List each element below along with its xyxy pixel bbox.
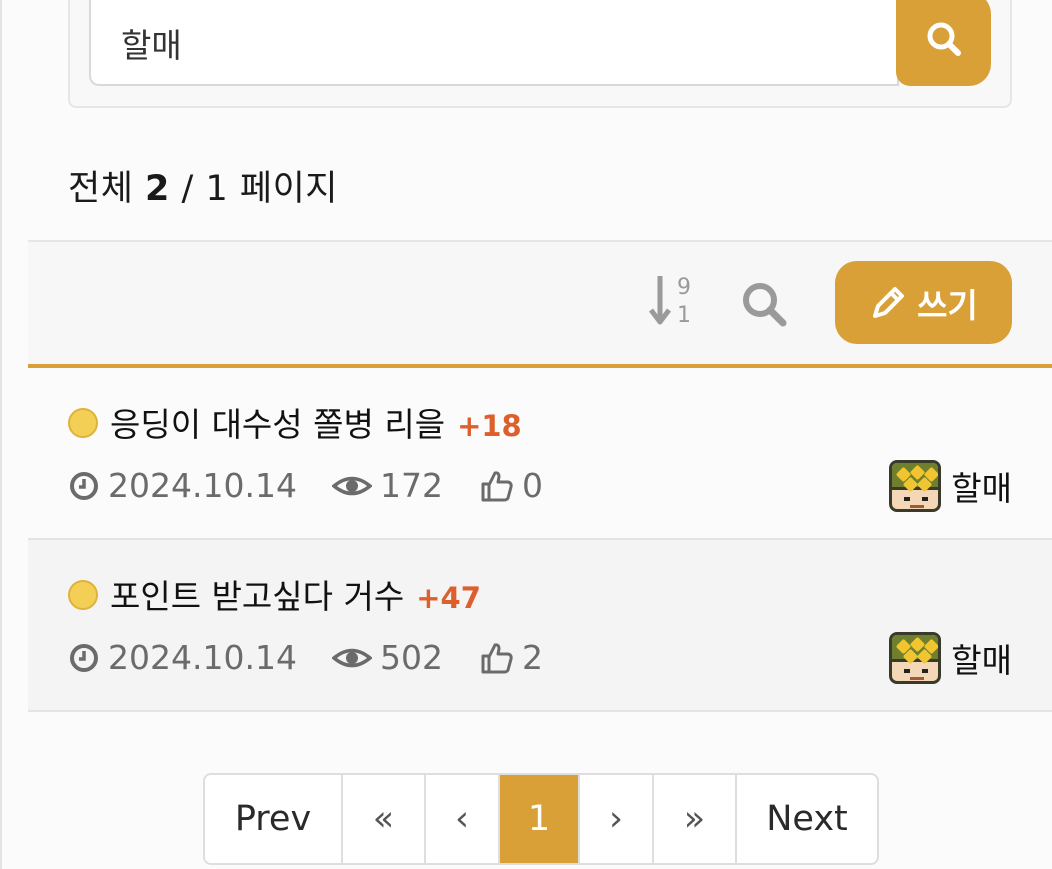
clock-icon bbox=[70, 643, 98, 672]
level-dot-icon bbox=[68, 408, 98, 438]
post-title-link[interactable]: 포인트 받고싶다 거수 +47 bbox=[110, 570, 481, 618]
search-button[interactable] bbox=[896, 0, 991, 86]
post-likes: 0 bbox=[480, 466, 543, 505]
clock-icon bbox=[70, 471, 98, 500]
summary-pages: 1 bbox=[205, 169, 229, 209]
comment-count: +18 bbox=[457, 409, 522, 443]
pagination: Prev « ‹ 1 › » Next bbox=[203, 773, 879, 865]
svg-text:1: 1 bbox=[677, 303, 691, 328]
search-input[interactable] bbox=[89, 0, 899, 86]
write-button[interactable]: 쓰기 bbox=[835, 261, 1012, 344]
post-date: 2024.10.14 bbox=[68, 638, 297, 677]
post-views: 172 bbox=[332, 466, 443, 505]
write-button-label: 쓰기 bbox=[917, 285, 978, 325]
avatar bbox=[889, 460, 942, 512]
summary-prefix: 전체 bbox=[68, 169, 134, 209]
previous-page-chevron[interactable]: ‹ bbox=[426, 775, 500, 863]
left-border bbox=[0, 0, 2, 869]
search-icon bbox=[927, 22, 961, 56]
author-name: 할매 bbox=[951, 469, 1012, 508]
post-date: 2024.10.14 bbox=[68, 466, 297, 505]
post-likes: 2 bbox=[480, 638, 543, 677]
list-item[interactable]: 응딩이 대수성 쫄병 리을 +18 2024.10.14 172 0 할매 bbox=[28, 368, 1052, 540]
eye-icon bbox=[332, 476, 372, 495]
current-page-button[interactable]: 1 bbox=[500, 775, 580, 863]
comment-count: +47 bbox=[416, 581, 481, 615]
pencil-icon bbox=[873, 286, 905, 318]
summary-separator: / bbox=[181, 169, 194, 209]
avatar bbox=[889, 632, 942, 684]
post-author[interactable]: 할매 bbox=[889, 460, 1012, 512]
last-page-button[interactable]: » bbox=[654, 775, 737, 863]
result-summary: 전체 2 / 1 페이지 bbox=[68, 160, 338, 211]
thumbs-up-icon bbox=[481, 642, 513, 673]
post-title-link[interactable]: 응딩이 대수성 쫄병 리을 +18 bbox=[110, 398, 522, 446]
post-views: 502 bbox=[332, 638, 443, 677]
prev-page-button[interactable]: Prev bbox=[205, 775, 343, 863]
summary-suffix: 페이지 bbox=[239, 169, 339, 209]
thumbs-up-icon bbox=[481, 470, 513, 501]
first-page-button[interactable]: « bbox=[343, 775, 426, 863]
post-title: 응딩이 대수성 쫄병 리을 bbox=[110, 405, 446, 444]
svg-text:9: 9 bbox=[677, 275, 691, 300]
author-name: 할매 bbox=[951, 641, 1012, 680]
list-item[interactable]: 포인트 받고싶다 거수 +47 2024.10.14 502 2 할매 bbox=[28, 540, 1052, 712]
next-page-chevron[interactable]: › bbox=[580, 775, 654, 863]
post-title: 포인트 받고싶다 거수 bbox=[110, 577, 405, 616]
eye-icon bbox=[332, 648, 372, 667]
search-icon[interactable] bbox=[740, 280, 788, 328]
post-author[interactable]: 할매 bbox=[889, 632, 1012, 684]
next-page-button[interactable]: Next bbox=[737, 775, 877, 863]
sort-numeric-desc-icon[interactable]: 9 1 bbox=[646, 272, 698, 328]
summary-total: 2 bbox=[145, 169, 170, 209]
level-dot-icon bbox=[68, 580, 98, 610]
